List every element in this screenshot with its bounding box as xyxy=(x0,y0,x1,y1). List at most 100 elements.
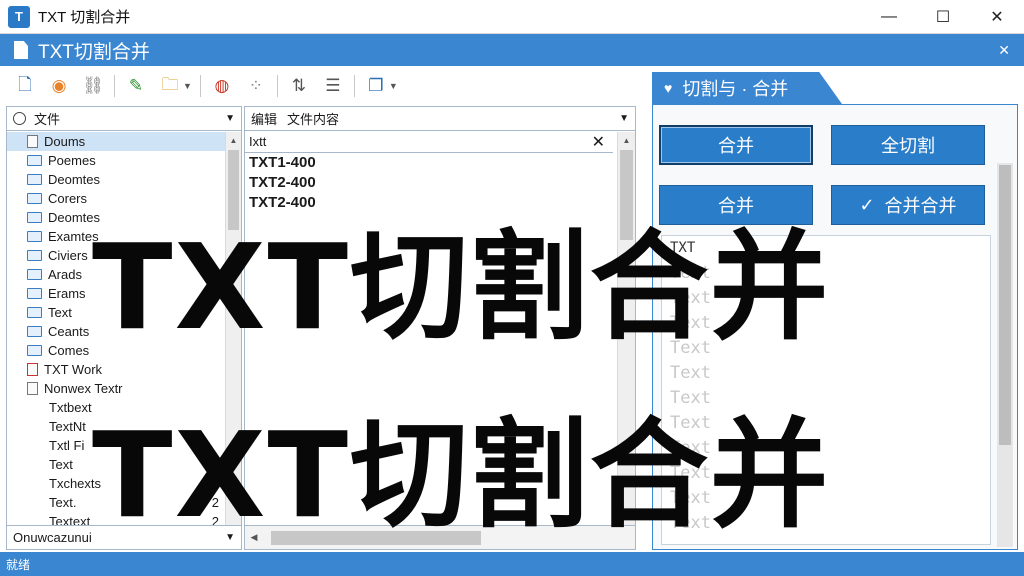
chevron-down-icon[interactable]: ▼ xyxy=(225,113,235,124)
dots-icon[interactable]: ⁘ xyxy=(243,73,269,99)
check-icon: ✓ xyxy=(859,194,875,215)
scroll-up-icon[interactable]: ▲ xyxy=(618,132,635,148)
folder-icon xyxy=(27,288,42,299)
tree-item[interactable]: Ceants xyxy=(7,322,225,341)
list-item[interactable]: Text xyxy=(662,461,990,486)
chevron-down-icon[interactable]: ▼ xyxy=(225,532,235,543)
tree-item[interactable]: Deomtes xyxy=(7,170,225,189)
list-item[interactable]: Text xyxy=(662,336,990,361)
new-file-icon[interactable]: 🗋 xyxy=(12,73,38,99)
list-item[interactable]: Text xyxy=(662,361,990,386)
merge-merge-label: 合并合并 xyxy=(884,196,957,216)
list-item[interactable]: Text xyxy=(662,311,990,336)
tree-item[interactable]: Civiers xyxy=(7,246,225,265)
link-icon[interactable]: ⛓ xyxy=(80,73,106,99)
list-item[interactable]: Text xyxy=(662,411,990,436)
folder-icon xyxy=(27,231,42,242)
folder-icon[interactable]: 🗀 xyxy=(157,73,183,99)
tree-item[interactable]: Comes xyxy=(7,341,225,360)
tree-item[interactable]: Text. 2 xyxy=(7,493,225,512)
scroll-thumb[interactable] xyxy=(999,165,1011,445)
folder-icon xyxy=(27,269,42,280)
list-item[interactable]: Text xyxy=(662,261,990,286)
maximize-button[interactable]: ☐ xyxy=(916,0,970,34)
tree-item-label: Examtes xyxy=(48,229,99,244)
pencil-icon[interactable]: ✎ xyxy=(123,73,149,99)
tree-item[interactable]: Doums xyxy=(7,132,225,151)
minimize-button[interactable]: — xyxy=(862,0,916,34)
tree-item[interactable]: Examtes xyxy=(7,227,225,246)
tree-item[interactable]: Textext 2 xyxy=(7,512,225,525)
content-pane: 编辑 文件内容 ▼ Ixtt ✕ TXT1-400 TXT2-400 TXT2-40… xyxy=(244,106,636,550)
windows-icon[interactable]: ❐ xyxy=(363,73,389,99)
scroll-thumb[interactable] xyxy=(228,150,239,230)
toolbar-separator xyxy=(199,75,201,97)
close-icon[interactable]: ✕ xyxy=(592,132,605,152)
chevron-down-icon[interactable]: ▼ xyxy=(389,81,398,91)
content-header-edit[interactable]: 编辑 xyxy=(251,109,277,128)
content-header-title[interactable]: 文件内容 xyxy=(287,109,339,128)
list-item[interactable]: TXT xyxy=(662,236,990,261)
tree-item-label: Ceants xyxy=(48,324,90,339)
arrows-icon[interactable]: ⇅ xyxy=(286,73,312,99)
merge-top-button[interactable]: 合并 xyxy=(659,125,813,165)
content-line: TXT2-400 xyxy=(249,194,316,211)
tree-item[interactable]: TXT Work xyxy=(7,360,225,379)
align-icon[interactable]: ☰ xyxy=(320,73,346,99)
tree-item[interactable]: Arads xyxy=(7,265,225,284)
tree-item[interactable]: Poemes xyxy=(7,151,225,170)
file-icon xyxy=(27,135,38,148)
tree-item-label: Deomtes xyxy=(48,210,101,225)
tree-item[interactable]: Deomtes xyxy=(7,208,225,227)
list-item[interactable]: Text xyxy=(662,511,990,536)
list-item[interactable]: Text xyxy=(662,386,990,411)
merge-button[interactable]: 合并 xyxy=(659,185,813,225)
tree-item[interactable]: Txtbext xyxy=(7,398,225,417)
color-wheel-icon[interactable]: ◉ xyxy=(46,73,72,99)
tree-item-count: 2 xyxy=(211,495,219,510)
tab-split-merge-label: 切割与 · 合并 xyxy=(682,79,789,99)
list-item[interactable]: Text xyxy=(662,286,990,311)
tree-item[interactable]: Text xyxy=(7,303,225,322)
result-scrollbar[interactable] xyxy=(997,163,1013,547)
chevron-down-icon[interactable]: ▼ xyxy=(619,113,629,124)
chevron-down-icon[interactable]: ▼ xyxy=(183,81,192,91)
folder-icon xyxy=(27,250,42,261)
tree-item-label: TXT Work xyxy=(44,362,103,377)
tree-item[interactable]: TextNt xyxy=(7,417,225,436)
tree-item-label: Txchexts xyxy=(49,476,102,491)
header-close-button[interactable]: ✕ xyxy=(998,42,1010,59)
tree-status-dropdown[interactable]: Onuwcazunui ▼ xyxy=(7,525,241,549)
merge-merge-button[interactable]: ✓ 合并合并 xyxy=(831,185,985,225)
tree-item-label: Textext xyxy=(49,514,91,525)
content-subheader: Ixtt ✕ xyxy=(245,131,613,153)
tree-filter[interactable]: 文件 ▼ xyxy=(7,107,241,131)
scroll-thumb[interactable] xyxy=(271,530,481,545)
close-button[interactable]: ✕ xyxy=(970,0,1024,34)
scroll-left-icon[interactable]: ◀ xyxy=(245,532,263,543)
app-icon: T xyxy=(8,5,30,28)
tree-filter-label: 文件 xyxy=(34,112,61,127)
content-scrollbar[interactable]: ▲ xyxy=(617,132,635,525)
toolbar-separator xyxy=(114,75,115,97)
split-all-button[interactable]: 全切割 xyxy=(831,125,985,165)
tab-split-merge[interactable]: ♥ 切割与 · 合并 xyxy=(652,72,842,104)
list-item[interactable]: Text xyxy=(662,436,990,461)
tree-item[interactable]: Erams xyxy=(7,284,225,303)
text-file-icon xyxy=(27,363,38,376)
tree-item[interactable]: Txchexts 1 xyxy=(7,474,225,493)
list-item[interactable]: Text xyxy=(662,486,990,511)
apple-icon[interactable]: ◍ xyxy=(209,73,235,99)
content-hscrollbar[interactable]: ◀ xyxy=(245,525,635,549)
tree-item[interactable]: Nonwex Textr xyxy=(7,379,225,398)
scroll-up-icon[interactable]: ▲ xyxy=(226,132,241,148)
scroll-thumb[interactable] xyxy=(620,150,633,240)
tree-item-label: Erams xyxy=(48,286,86,301)
tree-scrollbar[interactable]: ▲ xyxy=(225,132,241,525)
merge-top-label: 合并 xyxy=(718,136,754,156)
tree-item[interactable]: Text 2 xyxy=(7,455,225,474)
content-lines: TXT1-400 TXT2-400 TXT2-400 xyxy=(245,153,635,213)
tree-item[interactable]: Corers xyxy=(7,189,225,208)
tree-item[interactable]: Txtl Fi xyxy=(7,436,225,455)
content-line: TXT1-400 xyxy=(249,154,316,171)
